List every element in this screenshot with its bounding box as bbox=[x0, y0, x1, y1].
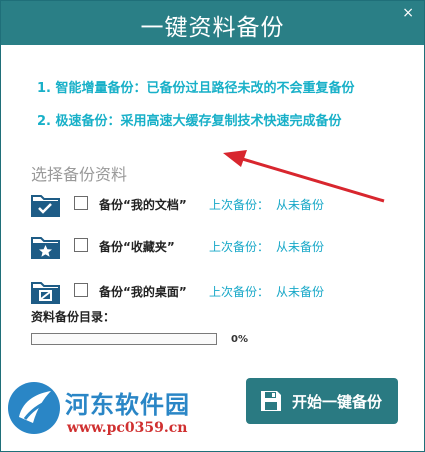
start-backup-label: 开始一键备份 bbox=[292, 393, 383, 411]
site-logo-icon bbox=[8, 382, 60, 434]
save-icon bbox=[261, 391, 281, 411]
backup-window: 一键资料备份 × 1. 智能增量备份：已备份过且路径未改的不会重复备份 2. 极… bbox=[0, 0, 425, 452]
folder-check-icon bbox=[31, 195, 60, 217]
desktop-last-label: 上次备份： bbox=[209, 285, 270, 299]
favorites-last-value: 从未备份 bbox=[276, 240, 325, 254]
desktop-checkbox[interactable] bbox=[74, 283, 88, 297]
documents-checkbox[interactable] bbox=[74, 196, 88, 210]
backup-item-desktop: 备份“我的桌面” 上次备份： 从未备份 bbox=[31, 280, 391, 306]
backup-dir-label: 资料备份目录： bbox=[31, 310, 116, 324]
start-backup-button[interactable]: 开始一键备份 bbox=[246, 378, 398, 424]
backup-item-favorites: 备份“收藏夹” 上次备份： 从未备份 bbox=[31, 235, 391, 261]
documents-label: 备份“我的文档” bbox=[99, 198, 187, 212]
section-title: 选择备份资料 bbox=[31, 165, 128, 184]
documents-last-label: 上次备份： bbox=[209, 198, 270, 212]
favorites-last-label: 上次备份： bbox=[209, 240, 270, 254]
folder-star-icon bbox=[31, 237, 60, 259]
backup-item-documents: 备份“我的文档” 上次备份： 从未备份 bbox=[31, 193, 391, 219]
watermark-url: www.pc0359.cn bbox=[67, 420, 188, 436]
progress-percent: 0% bbox=[231, 334, 248, 345]
favorites-label: 备份“收藏夹” bbox=[99, 240, 175, 254]
progress-bar bbox=[31, 333, 217, 345]
desktop-last-value: 从未备份 bbox=[276, 285, 325, 299]
favorites-checkbox[interactable] bbox=[74, 238, 88, 252]
desktop-label: 备份“我的桌面” bbox=[99, 285, 187, 299]
folder-desktop-icon bbox=[31, 282, 60, 304]
documents-last-value: 从未备份 bbox=[276, 198, 325, 212]
watermark-site-name: 河东软件园 bbox=[65, 391, 190, 419]
